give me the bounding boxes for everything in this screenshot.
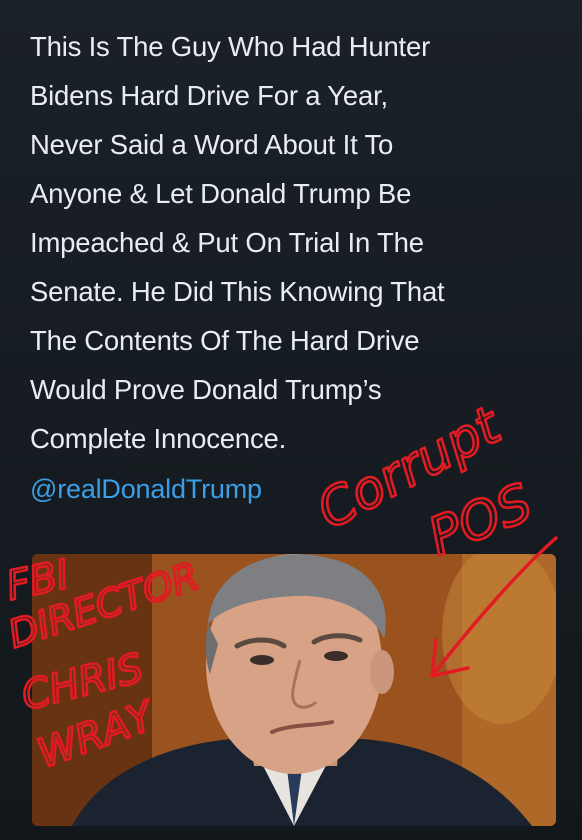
tweet-line: Senate. He Did This Knowing That	[30, 276, 445, 307]
tweet-line: Impeached & Put On Trial In The	[30, 227, 424, 258]
tweet-line: Never Said a Word About It To	[30, 129, 394, 160]
tweet-line: Complete Innocence.	[30, 423, 287, 454]
tweet-line: Would Prove Donald Trump’s	[30, 374, 382, 405]
twitter-handle-link[interactable]: @realDonaldTrump	[30, 474, 262, 505]
tweet-line: This Is The Guy Who Had Hunter	[30, 31, 431, 62]
tweet-text: This Is The Guy Who Had Hunter Bidens Ha…	[30, 22, 550, 463]
tweet-line: Bidens Hard Drive For a Year,	[30, 80, 388, 111]
portrait-photo	[32, 554, 556, 826]
meme-card: This Is The Guy Who Had Hunter Bidens Ha…	[0, 0, 582, 840]
portrait-illustration	[32, 554, 556, 826]
tweet-line: The Contents Of The Hard Drive	[30, 325, 420, 356]
tweet-line: Anyone & Let Donald Trump Be	[30, 178, 412, 209]
